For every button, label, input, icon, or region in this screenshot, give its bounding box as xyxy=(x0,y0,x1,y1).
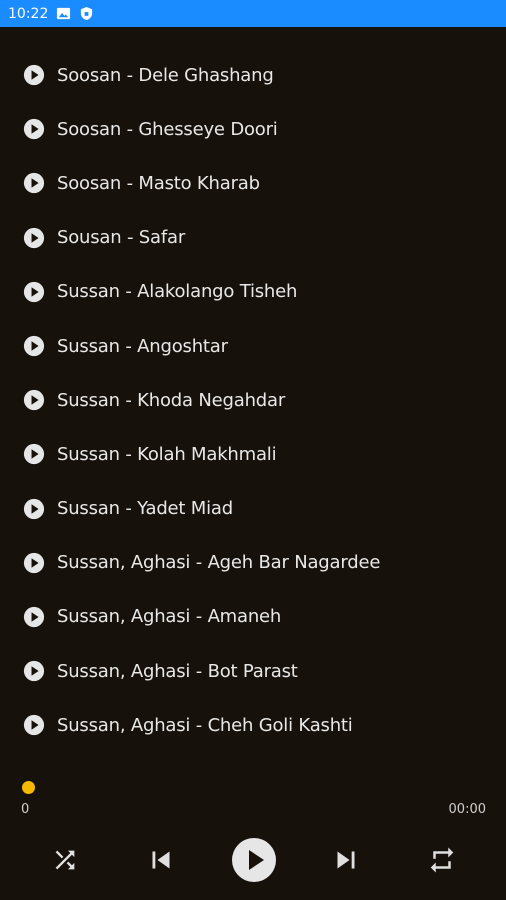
playlist-item[interactable]: Sousan - Safar xyxy=(0,211,506,265)
shuffle-button[interactable] xyxy=(40,833,90,887)
player-controls xyxy=(0,833,506,887)
play-circle-icon[interactable] xyxy=(23,335,45,357)
next-button[interactable] xyxy=(320,833,372,887)
playlist-item[interactable]: Soosan - Ghesseye Doori xyxy=(0,102,506,156)
elapsed-time: 0 xyxy=(21,802,30,817)
playlist-item[interactable]: Sussan - Khoda Negahdar xyxy=(0,373,506,427)
playlist-item[interactable]: Sussan, Aghasi - Amaneh xyxy=(0,590,506,644)
next-icon xyxy=(337,851,355,869)
playlist-item[interactable]: Soosan - Dele Ghashang xyxy=(0,48,506,102)
status-bar: 10:22 xyxy=(0,0,506,27)
play-circle-icon[interactable] xyxy=(23,64,45,86)
playlist-item[interactable]: Soosan - Masto Kharab xyxy=(0,156,506,210)
shield-icon xyxy=(81,6,93,21)
playlist: Soosan - Dele Ghashang Soosan - Ghesseye … xyxy=(0,48,506,738)
total-duration: 00:00 xyxy=(448,802,486,817)
shuffle-icon xyxy=(55,850,75,870)
track-title: Sussan, Aghasi - Ageh Bar Nagardee xyxy=(57,552,381,574)
track-title: Soosan - Dele Ghashang xyxy=(57,64,274,86)
play-button[interactable] xyxy=(228,833,280,887)
track-title: Sussan - Angoshtar xyxy=(57,335,228,357)
track-title: Soosan - Ghesseye Doori xyxy=(57,118,278,140)
progress-handle[interactable] xyxy=(22,781,35,794)
play-circle-icon[interactable] xyxy=(23,118,45,140)
playlist-item[interactable]: Sussan - Alakolango Tisheh xyxy=(0,265,506,319)
play-circle-icon[interactable] xyxy=(23,281,45,303)
track-title: Sousan - Safar xyxy=(57,227,186,249)
previous-button[interactable] xyxy=(135,833,187,887)
track-title: Sussan, Aghasi - Amaneh xyxy=(57,606,282,628)
play-icon xyxy=(232,838,276,882)
track-title: Sussan - Kolah Makhmali xyxy=(57,443,277,465)
status-time: 10:22 xyxy=(8,5,49,22)
track-title: Sussan - Alakolango Tisheh xyxy=(57,281,298,303)
playlist-item[interactable]: Sussan, Aghasi - Bot Parast xyxy=(0,644,506,698)
play-circle-icon[interactable] xyxy=(23,172,45,194)
play-circle-icon[interactable] xyxy=(23,552,45,574)
track-title: Sussan, Aghasi - Cheh Goli Kashti xyxy=(57,714,353,736)
play-circle-icon[interactable] xyxy=(23,714,45,736)
track-title: Sussan - Khoda Negahdar xyxy=(57,389,286,411)
play-circle-icon[interactable] xyxy=(23,660,45,682)
repeat-icon xyxy=(430,847,454,873)
playlist-item[interactable]: Sussan - Angoshtar xyxy=(0,319,506,373)
track-title: Sussan - Yadet Miad xyxy=(57,498,233,520)
repeat-button[interactable] xyxy=(416,833,468,887)
track-title: Sussan, Aghasi - Bot Parast xyxy=(57,660,298,682)
playlist-item[interactable]: Sussan - Yadet Miad xyxy=(0,482,506,536)
track-title: Soosan - Masto Kharab xyxy=(57,172,260,194)
play-circle-icon[interactable] xyxy=(23,227,45,249)
play-circle-icon[interactable] xyxy=(23,443,45,465)
playlist-item[interactable]: Sussan, Aghasi - Ageh Bar Nagardee xyxy=(0,536,506,590)
play-circle-icon[interactable] xyxy=(23,389,45,411)
playlist-item[interactable]: Sussan - Kolah Makhmali xyxy=(0,427,506,481)
image-icon xyxy=(57,7,71,20)
previous-icon xyxy=(152,851,170,869)
playlist-item[interactable]: Sussan, Aghasi - Cheh Goli Kashti xyxy=(0,698,506,738)
play-circle-icon[interactable] xyxy=(23,498,45,520)
play-circle-icon[interactable] xyxy=(23,606,45,628)
